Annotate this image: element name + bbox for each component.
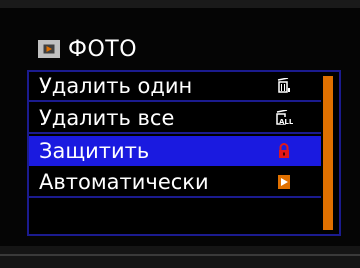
- svg-text:ALL: ALL: [279, 118, 293, 126]
- slideshow-icon: [275, 173, 293, 191]
- playback-icon: [38, 40, 60, 58]
- menu-list: Удалить один Удалить все ALL Защитить Ав…: [27, 70, 341, 236]
- menu-item-auto[interactable]: Автоматически: [29, 168, 321, 198]
- menu-item-label: Защитить: [39, 139, 150, 163]
- camera-menu-screen: ФОТО Удалить один Удалить все ALL Защити…: [0, 0, 360, 268]
- menu-item-delete-one[interactable]: Удалить один: [29, 72, 321, 102]
- menu-item-protect[interactable]: Защитить: [29, 136, 321, 166]
- menu-item-label: Удалить все: [39, 106, 175, 130]
- menu-item-label: Удалить один: [39, 74, 193, 98]
- divider: [0, 254, 360, 256]
- menu-header: ФОТО: [34, 35, 210, 63]
- top-strip: [0, 0, 360, 8]
- delete-one-icon: [275, 77, 293, 95]
- menu-item-delete-all[interactable]: Удалить все ALL: [29, 104, 321, 134]
- menu-item-label: Автоматически: [39, 170, 209, 194]
- bottom-strip: [0, 246, 360, 268]
- lock-icon: [275, 142, 293, 160]
- scrollbar[interactable]: [323, 76, 333, 230]
- page-title: ФОТО: [68, 36, 138, 62]
- delete-all-icon: ALL: [275, 109, 293, 127]
